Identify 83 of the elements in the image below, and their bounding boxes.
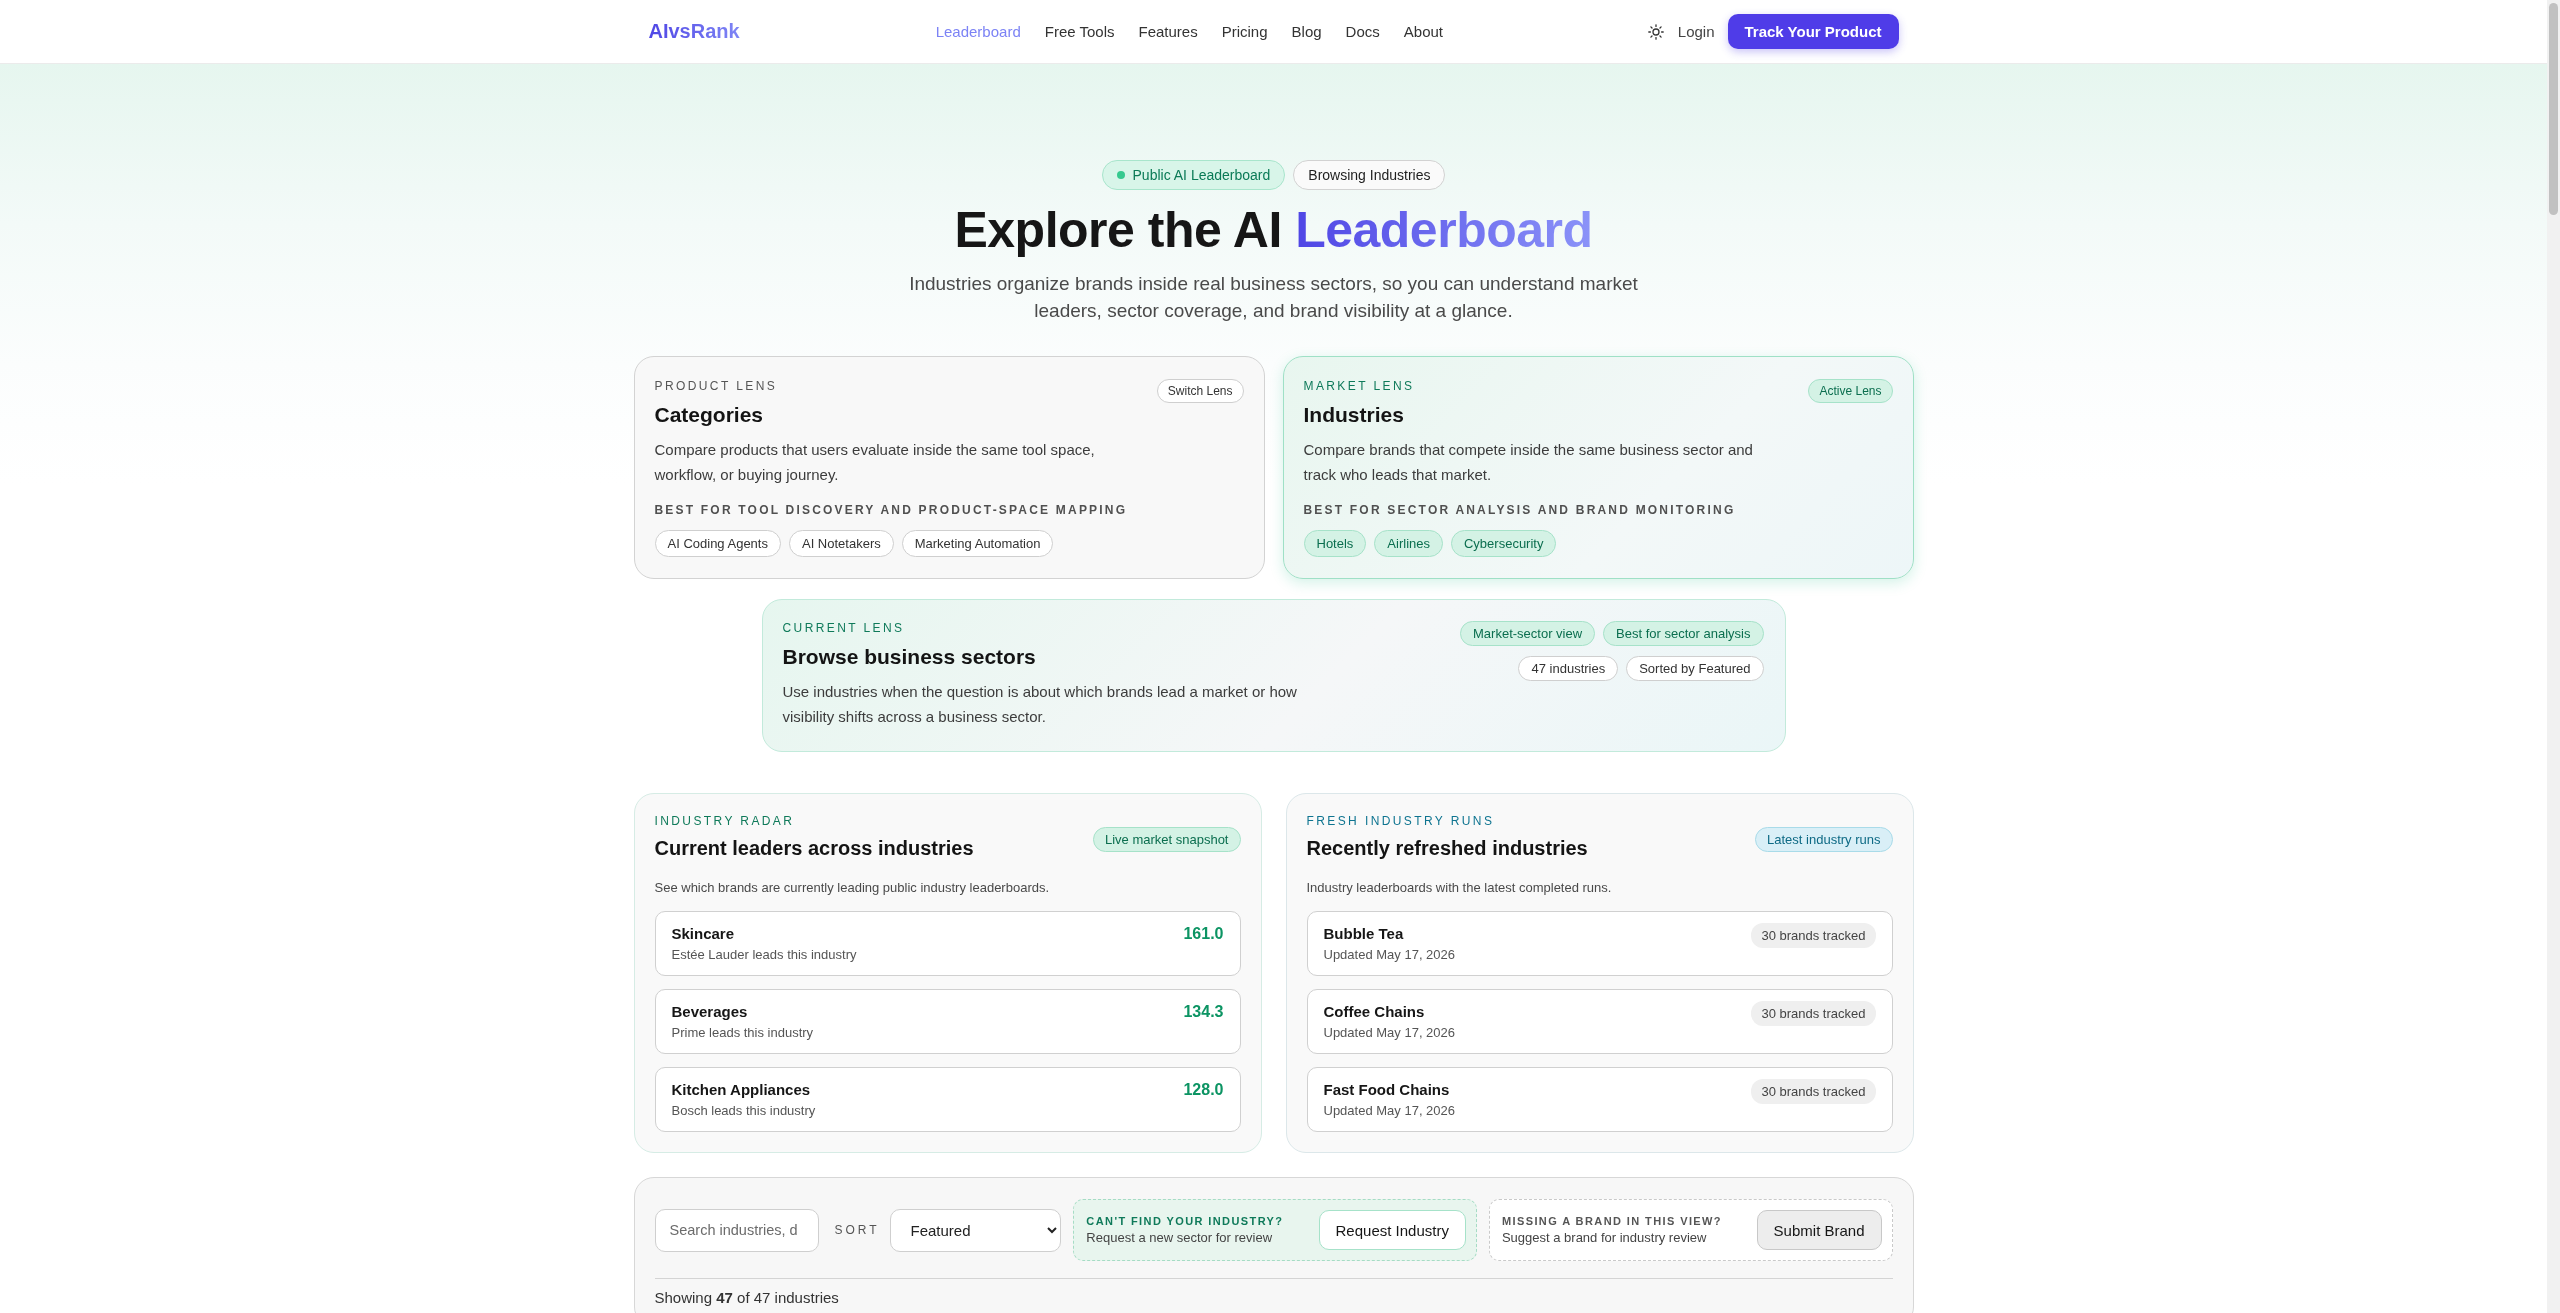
brands-count-pill: 30 brands tracked	[1751, 923, 1876, 948]
industry-name: Fast Food Chains	[1323, 1081, 1451, 1098]
panel-description: Industry leaderboards with the latest completed runs.	[1306, 879, 1613, 897]
context-pill: Browsing Industries	[1293, 160, 1446, 190]
prompt-button[interactable]: Submit Brand	[1756, 1210, 1882, 1250]
lens-tag: Market-sector view	[1460, 621, 1596, 646]
lens-description: Compare brands that compete inside the same business sector and track who leads that market.	[1303, 440, 1754, 485]
hero-subtitle: Industries organize brands inside real business sectors, so you can understand market leaders, sector coverage, and brand visibility at a glance.	[908, 272, 1639, 323]
sort-label: SORT	[834, 1223, 875, 1237]
prompt-text: Suggest a brand for industry review	[1501, 1230, 1708, 1245]
nav-link[interactable]: Free Tools	[1044, 23, 1115, 40]
industry-detail: Updated May 17, 2026	[1323, 947, 1456, 962]
nav-link[interactable]: Blog	[1291, 23, 1322, 40]
current-lens-title: Browse business sectors	[782, 644, 1037, 670]
panel-title: Current leaders across industries	[654, 836, 974, 861]
prompt-eyebrow: CAN'T FIND YOUR INDUSTRY?	[1086, 1215, 1285, 1227]
results-summary: Showing 47 of 47 industries	[654, 1289, 840, 1306]
industry-detail: Prime leads this industry	[671, 1025, 814, 1040]
example-chip[interactable]: Cybersecurity	[1451, 530, 1557, 557]
score-value: 128.0	[1183, 1081, 1224, 1099]
industry-row[interactable]: Coffee Chains Updated May 17, 2026 30 brands tracked	[1306, 989, 1893, 1054]
lens-tag: 47 industries	[1518, 656, 1619, 681]
sort-select[interactable]: Featured	[889, 1208, 1062, 1252]
industry-row[interactable]: Kitchen Appliances Bosch leads this industry 128.0	[654, 1067, 1241, 1132]
sun-icon[interactable]	[1647, 23, 1664, 40]
nav-link[interactable]: Pricing	[1221, 23, 1268, 40]
example-chip[interactable]: Airlines	[1374, 530, 1443, 557]
industry-row[interactable]: Fast Food Chains Updated May 17, 2026 30 brands tracked	[1306, 1067, 1893, 1132]
panel-description: See which brands are currently leading public industry leaderboards.	[654, 879, 1051, 897]
industry-name: Coffee Chains	[1323, 1003, 1426, 1020]
lens-badge: Active Lens	[1808, 379, 1893, 403]
industry-name: Kitchen Appliances	[671, 1081, 812, 1098]
status-dot-icon	[1116, 171, 1125, 179]
industry-row[interactable]: Bubble Tea Updated May 17, 2026 30 brands tracked	[1306, 911, 1893, 976]
scrollbar-thumb[interactable]	[2549, 3, 2558, 215]
industry-row[interactable]: Beverages Prime leads this industry 134.3	[654, 989, 1241, 1054]
industry-name: Beverages	[671, 1003, 749, 1020]
lens-eyebrow: PRODUCT LENS	[654, 378, 778, 394]
lens-tag: Best for sector analysis	[1603, 621, 1764, 646]
prompt-text: Request a new sector for review	[1086, 1230, 1274, 1245]
nav-link[interactable]: Docs	[1345, 23, 1380, 40]
panel-eyebrow: INDUSTRY RADAR	[654, 813, 796, 829]
lens-badge: Switch Lens	[1156, 379, 1244, 403]
best-for-label: BEST FOR SECTOR ANALYSIS AND BRAND MONITORING	[1303, 503, 1737, 517]
example-chip[interactable]: Hotels	[1303, 530, 1367, 557]
search-field[interactable]: Search industries, d	[654, 1208, 819, 1252]
lens-card[interactable]	[1282, 356, 1914, 579]
score-value: 134.3	[1183, 1003, 1224, 1021]
lens-description: Compare products that users evaluate inside the same tool space, workflow, or buying journey.	[654, 440, 1096, 485]
lens-title: Categories	[654, 402, 765, 428]
nav-link[interactable]: About	[1403, 23, 1443, 40]
example-chip[interactable]: AI Coding Agents	[654, 530, 781, 557]
panel-badge: Latest industry runs	[1755, 826, 1893, 852]
example-chip[interactable]: AI Notetakers	[788, 530, 894, 557]
example-chip[interactable]: Marketing Automation	[901, 530, 1054, 557]
current-lens-eyebrow: CURRENT LENS	[782, 620, 906, 636]
prompt-eyebrow: MISSING A BRAND IN THIS VIEW?	[1501, 1215, 1723, 1227]
industry-detail: Updated May 17, 2026	[1323, 1025, 1456, 1040]
industry-detail: Estée Lauder leads this industry	[671, 947, 857, 962]
login-link[interactable]: Login	[1677, 23, 1715, 40]
track-product-button[interactable]: Track Your Product	[1727, 14, 1899, 49]
nav-link[interactable]: Features	[1138, 23, 1198, 40]
panel-title: Recently refreshed industries	[1306, 836, 1588, 861]
industry-name: Skincare	[671, 925, 736, 942]
industry-detail: Updated May 17, 2026	[1323, 1103, 1456, 1118]
industry-row[interactable]: Skincare Estée Lauder leads this industry 161.0	[654, 911, 1241, 976]
panel-badge: Live market snapshot	[1092, 826, 1241, 852]
industry-name: Bubble Tea	[1323, 925, 1405, 942]
hero-title: Explore the AI Leaderboard	[953, 202, 1594, 258]
lens-card[interactable]	[633, 356, 1265, 579]
prompt-button[interactable]: Request Industry	[1318, 1210, 1466, 1250]
best-for-label: BEST FOR TOOL DISCOVERY AND PRODUCT-SPACE MAPPING	[654, 503, 1129, 517]
pill-label: Public AI Leaderboard	[1132, 167, 1271, 183]
brands-count-pill: 30 brands tracked	[1751, 1001, 1876, 1026]
lens-tag: Sorted by Featured	[1626, 656, 1764, 681]
industry-detail: Bosch leads this industry	[671, 1103, 816, 1118]
lens-eyebrow: MARKET LENS	[1303, 378, 1415, 394]
lens-title: Industries	[1303, 402, 1405, 428]
brands-count-pill: 30 brands tracked	[1751, 1079, 1876, 1104]
panel-eyebrow: FRESH INDUSTRY RUNS	[1306, 813, 1496, 829]
scrollbar[interactable]	[2547, 0, 2560, 1313]
score-value: 161.0	[1183, 925, 1224, 943]
current-lens-description: Use industries when the question is about which brands lead a market or how visibility shifts across a business sector.	[782, 682, 1298, 727]
